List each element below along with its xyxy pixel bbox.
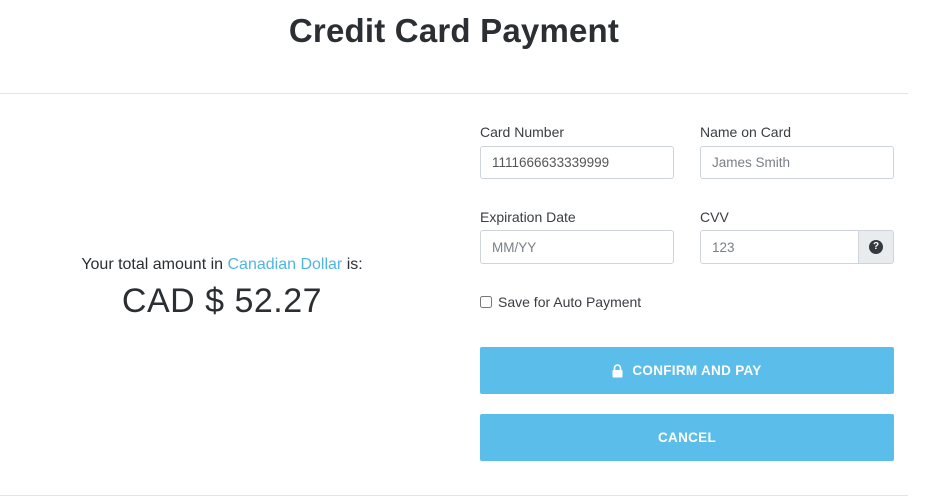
auto-payment-option[interactable]: Save for Auto Payment bbox=[480, 294, 641, 310]
cancel-button-label: CANCEL bbox=[657, 430, 717, 445]
lock-icon bbox=[612, 363, 623, 377]
currency-name: Canadian Dollar bbox=[227, 256, 343, 273]
amount-label: Your total amount in Canadian Dollar is: bbox=[0, 254, 444, 276]
top-divider bbox=[0, 93, 908, 94]
cvv-help-button[interactable]: ? bbox=[858, 230, 894, 264]
cvv-input[interactable] bbox=[700, 230, 859, 264]
payment-page: Credit Card Payment Your total amount in… bbox=[0, 0, 936, 499]
total-amount: CAD $ 52.27 bbox=[121, 282, 323, 320]
auto-payment-checkbox[interactable] bbox=[480, 296, 492, 308]
cvv-input-group: ? bbox=[700, 230, 894, 264]
auto-payment-label: Save for Auto Payment bbox=[498, 294, 642, 310]
name-on-card-input[interactable] bbox=[700, 146, 894, 179]
cancel-button[interactable]: CANCEL bbox=[480, 414, 894, 461]
amount-label-prefix: Your total amount in bbox=[81, 256, 224, 273]
page-title: Credit Card Payment bbox=[288, 12, 620, 49]
expiration-date-label: Expiration Date bbox=[480, 209, 576, 225]
cvv-label: CVV bbox=[700, 209, 729, 225]
bottom-divider bbox=[0, 495, 908, 496]
expiration-date-input[interactable] bbox=[480, 230, 674, 264]
card-number-label: Card Number bbox=[480, 124, 565, 140]
confirm-button-label: CONFIRM AND PAY bbox=[632, 363, 762, 378]
card-number-input[interactable] bbox=[480, 146, 674, 179]
amount-label-suffix: is: bbox=[346, 256, 363, 273]
question-circle-icon: ? bbox=[869, 240, 883, 254]
name-on-card-label: Name on Card bbox=[700, 124, 792, 140]
amount-summary: Your total amount in Canadian Dollar is:… bbox=[0, 254, 444, 321]
confirm-and-pay-button[interactable]: CONFIRM AND PAY bbox=[480, 347, 894, 394]
